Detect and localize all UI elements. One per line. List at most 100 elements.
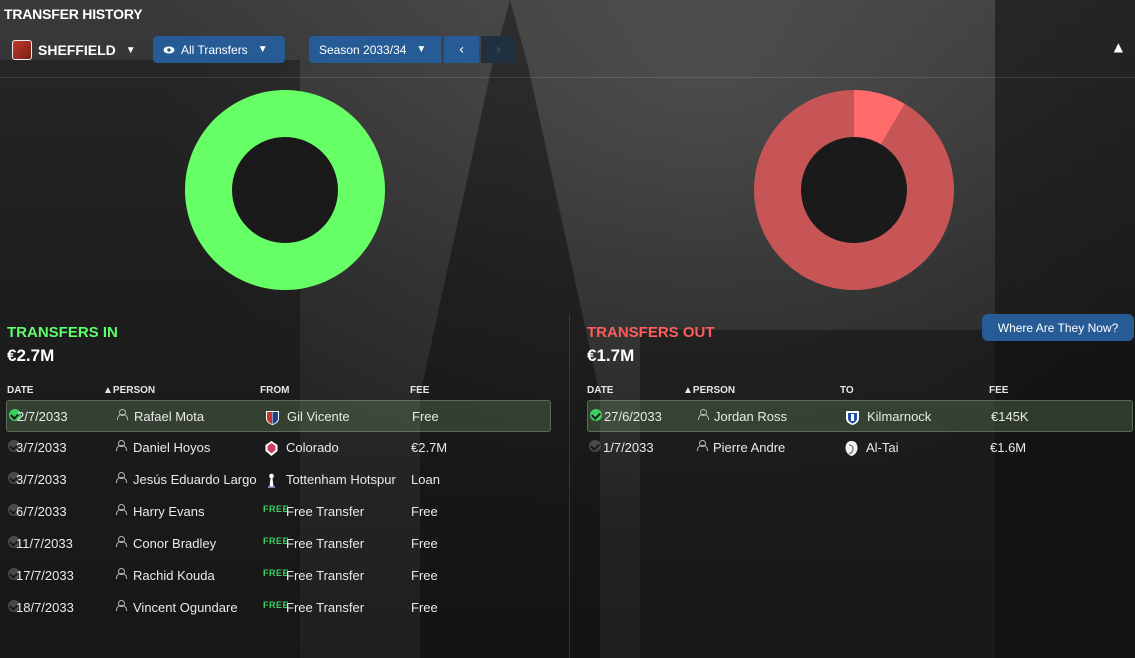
sheffield-crest-icon bbox=[12, 40, 32, 60]
season-label: Season 2033/34 bbox=[319, 42, 407, 57]
chevron-right-icon: › bbox=[495, 41, 502, 58]
chevron-up-icon: ▲ bbox=[1113, 40, 1123, 54]
person-icon bbox=[116, 600, 127, 611]
row-person[interactable]: Daniel Hoyos bbox=[133, 440, 210, 455]
row-club[interactable]: Kilmarnock bbox=[867, 409, 931, 424]
next-season-button[interactable]: › bbox=[481, 36, 516, 63]
table-row[interactable]: 27/6/2033 Jordan Ross Kilmarnock €145K bbox=[587, 400, 1133, 432]
table-row[interactable]: 2/7/2033 Rafael Mota Gil Vicente Free bbox=[6, 400, 551, 432]
transfer-history-panel: TRANSFER HISTORY SHEFFIELD ▼ All Transfe… bbox=[0, 0, 1135, 658]
table-header: DATE ▲PERSON TO FEE bbox=[587, 382, 1133, 400]
row-fee: €1.6M bbox=[990, 440, 1027, 455]
column-person[interactable]: ▲PERSON bbox=[103, 385, 155, 396]
chevron-down-icon: ▼ bbox=[125, 44, 136, 56]
eye-icon bbox=[163, 46, 175, 53]
table-header: DATE ▲PERSON FROM FEE bbox=[6, 382, 551, 400]
row-date: 3/7/2033 bbox=[16, 440, 67, 455]
row-fee: Free bbox=[411, 600, 438, 615]
row-club[interactable]: Colorado bbox=[286, 440, 339, 455]
row-fee: Free bbox=[411, 568, 438, 583]
transfers-in-total: €2.7M bbox=[7, 346, 55, 365]
colorado-crest-icon bbox=[263, 440, 280, 457]
row-date: 18/7/2033 bbox=[16, 600, 74, 615]
club-name: SHEFFIELD bbox=[38, 42, 116, 58]
chevron-down-icon: ▼ bbox=[257, 44, 268, 55]
filter-label: All Transfers bbox=[181, 42, 248, 57]
check-icon[interactable] bbox=[589, 440, 601, 452]
table-row[interactable]: 6/7/2033 Harry Evans FREE Free Transfer Free bbox=[6, 496, 551, 528]
row-club: Free Transfer bbox=[286, 504, 365, 519]
row-person[interactable]: Harry Evans bbox=[133, 504, 205, 519]
person-icon bbox=[116, 472, 127, 483]
chevron-left-icon: ‹ bbox=[458, 41, 465, 58]
table-row[interactable]: 11/7/2033 Conor Bradley FREE Free Transfer F… bbox=[6, 528, 551, 560]
transfers-in-donut bbox=[185, 90, 385, 290]
row-date: 6/7/2033 bbox=[16, 504, 67, 519]
row-fee: Loan bbox=[411, 472, 440, 487]
row-person[interactable]: Pierre Andre bbox=[713, 440, 785, 455]
column-fee[interactable]: FEE bbox=[989, 385, 1008, 396]
table-row[interactable]: 3/7/2033 Jesús Eduardo Largo Tottenham Hot… bbox=[6, 464, 551, 496]
column-date[interactable]: DATE bbox=[7, 385, 33, 396]
person-icon bbox=[116, 440, 127, 451]
row-date: 3/7/2033 bbox=[16, 472, 67, 487]
row-person[interactable]: Vincent Ogundare bbox=[133, 600, 238, 615]
kilmarnock-crest-icon bbox=[844, 409, 861, 426]
transfers-in-title: TRANSFERS IN bbox=[7, 324, 118, 341]
where-are-they-now-button[interactable]: Where Are They Now? bbox=[982, 314, 1134, 341]
row-fee: €145K bbox=[991, 409, 1029, 424]
al-tai-crest-icon bbox=[843, 440, 860, 457]
column-to[interactable]: TO bbox=[840, 385, 854, 396]
check-icon[interactable] bbox=[590, 409, 602, 421]
row-club[interactable]: Tottenham Hotspur bbox=[286, 472, 396, 487]
column-person[interactable]: ▲PERSON bbox=[683, 385, 735, 396]
gil-vicente-crest-icon bbox=[264, 409, 281, 426]
row-club: Free Transfer bbox=[286, 600, 365, 615]
person-icon bbox=[117, 409, 128, 420]
page-title: TRANSFER HISTORY bbox=[4, 6, 143, 22]
person-icon bbox=[116, 568, 127, 579]
donut-hole bbox=[801, 137, 907, 243]
transfers-in-table: DATE ▲PERSON FROM FEE 2/7/2033 Rafael Mot… bbox=[6, 382, 551, 624]
row-date: 1/7/2033 bbox=[603, 440, 654, 455]
person-icon bbox=[697, 440, 708, 451]
row-club[interactable]: Gil Vicente bbox=[287, 409, 350, 424]
person-icon bbox=[698, 409, 709, 420]
tottenham-crest-icon bbox=[263, 472, 280, 489]
column-from[interactable]: FROM bbox=[260, 385, 289, 396]
person-icon bbox=[116, 504, 127, 515]
row-person[interactable]: Jesús Eduardo Largo bbox=[133, 472, 257, 487]
transfers-out-donut bbox=[754, 90, 954, 290]
row-fee: Free bbox=[411, 504, 438, 519]
column-fee[interactable]: FEE bbox=[410, 385, 429, 396]
row-club: Free Transfer bbox=[286, 536, 365, 551]
transfers-out-total: €1.7M bbox=[587, 346, 635, 365]
table-row[interactable]: 3/7/2033 Daniel Hoyos Colorado €2.7M bbox=[6, 432, 551, 464]
row-person[interactable]: Jordan Ross bbox=[714, 409, 787, 424]
filter-dropdown[interactable]: All Transfers ▼ bbox=[153, 36, 285, 63]
row-club[interactable]: Al-Tai bbox=[866, 440, 899, 455]
season-dropdown[interactable]: Season 2033/34 ▼ bbox=[309, 36, 441, 63]
previous-season-button[interactable]: ‹ bbox=[444, 36, 479, 63]
row-date: 2/7/2033 bbox=[17, 409, 68, 424]
row-fee: Free bbox=[412, 409, 439, 424]
transfers-out-table: DATE ▲PERSON TO FEE 27/6/2033 Jordan Ross… bbox=[587, 382, 1133, 464]
column-date[interactable]: DATE bbox=[587, 385, 613, 396]
table-row[interactable]: 18/7/2033 Vincent Ogundare FREE Free Transf… bbox=[6, 592, 551, 624]
club-selector[interactable]: SHEFFIELD ▼ bbox=[12, 40, 136, 60]
row-date: 17/7/2033 bbox=[16, 568, 74, 583]
toolbar: SHEFFIELD ▼ All Transfers ▼ Season 2033/… bbox=[0, 34, 1135, 66]
row-date: 27/6/2033 bbox=[604, 409, 662, 424]
person-icon bbox=[116, 536, 127, 547]
row-person[interactable]: Rafael Mota bbox=[134, 409, 204, 424]
column-divider bbox=[569, 315, 570, 658]
chevron-down-icon: ▼ bbox=[416, 44, 427, 55]
row-club: Free Transfer bbox=[286, 568, 365, 583]
table-row[interactable]: 1/7/2033 Pierre Andre Al-Tai €1.6M bbox=[587, 432, 1133, 464]
table-row[interactable]: 17/7/2033 Rachid Kouda FREE Free Transfer Fr… bbox=[6, 560, 551, 592]
row-person[interactable]: Rachid Kouda bbox=[133, 568, 215, 583]
row-date: 11/7/2033 bbox=[16, 536, 73, 551]
collapse-button[interactable]: ▲ bbox=[1114, 40, 1123, 54]
row-person[interactable]: Conor Bradley bbox=[133, 536, 216, 551]
row-fee: €2.7M bbox=[411, 440, 448, 455]
